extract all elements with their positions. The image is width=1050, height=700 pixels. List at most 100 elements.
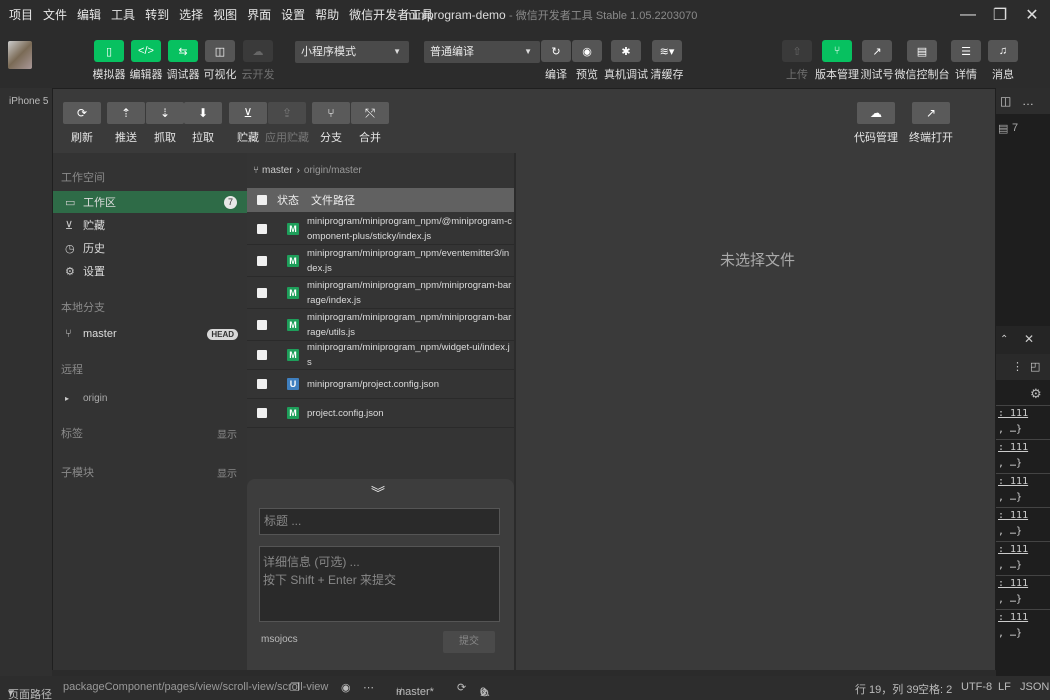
file-checkbox[interactable]	[257, 379, 267, 389]
sidebar-item-stash[interactable]: ⊻ 贮藏	[53, 214, 247, 236]
apply-stash-button[interactable]: ⇪ 应用贮藏	[265, 102, 309, 145]
file-checkbox[interactable]	[257, 350, 267, 360]
dock-icon[interactable]: ◰	[1030, 360, 1040, 373]
eye-icon[interactable]: ◉	[341, 681, 351, 694]
close-icon[interactable]: ✕	[1024, 7, 1040, 24]
cursor-position[interactable]: 行 19，列 39	[855, 681, 919, 697]
indent-setting[interactable]: 空格: 2	[918, 681, 952, 697]
push-button[interactable]: ⇡ 推送	[104, 102, 148, 145]
language-mode[interactable]: JSON	[1020, 681, 1049, 693]
sidebar-item-remote-origin[interactable]: ▸ origin	[53, 387, 247, 409]
split-icon[interactable]: ◫	[1000, 94, 1011, 108]
file-row[interactable]: Mminiprogram/miniprogram_npm/eventemitte…	[247, 245, 514, 277]
visual-button[interactable]: ◫ 可视化	[200, 40, 240, 82]
stash-button[interactable]: ⊻ 贮藏	[226, 102, 270, 145]
file-checkbox[interactable]	[257, 255, 267, 266]
file-checkbox[interactable]	[257, 408, 267, 418]
console-value[interactable]: : 111	[998, 442, 1028, 453]
editor-button[interactable]: </> 编辑器	[126, 40, 166, 82]
menu-item[interactable]: 转到	[140, 0, 174, 30]
device-label[interactable]: iPhone 5 100%	[9, 96, 52, 107]
version-mgmt-button[interactable]: ⑂ 版本管理	[815, 40, 859, 82]
console-value[interactable]: : 111	[998, 544, 1028, 555]
submit-button[interactable]: 提交	[443, 631, 495, 653]
collapse-chevron-icon[interactable]: ︾	[371, 483, 385, 503]
stash-label: 贮藏	[83, 220, 105, 232]
simulator-button[interactable]: ▯ 模拟器	[89, 40, 129, 82]
sidebar-item-branch-master[interactable]: ⑂ master HEAD	[53, 323, 247, 345]
outline-icon[interactable]: ▤	[998, 122, 1008, 135]
encoding[interactable]: UTF-8	[961, 681, 992, 693]
cloud-button[interactable]: ☁ 云开发	[238, 40, 278, 82]
line-ending[interactable]: LF	[998, 681, 1011, 693]
menu-item[interactable]: 帮助	[310, 0, 344, 30]
menu-item[interactable]: 界面	[242, 0, 276, 30]
select-all-checkbox[interactable]	[257, 195, 267, 205]
sidebar-item-settings[interactable]: ⚙ 设置	[53, 260, 247, 282]
file-checkbox[interactable]	[257, 287, 267, 298]
tags-show-toggle[interactable]: 显示	[217, 426, 237, 441]
commit-description-input[interactable]: 详细信息 (可选) ... 按下 Shift + Enter 来提交	[259, 546, 500, 622]
avatar[interactable]	[8, 41, 32, 69]
console-value[interactable]: : 111	[998, 612, 1028, 623]
file-checkbox[interactable]	[257, 319, 267, 330]
eye-icon: ◉	[572, 40, 602, 62]
file-row[interactable]: Mminiprogram/miniprogram_npm/@miniprogra…	[247, 214, 514, 245]
commit-title-input[interactable]: 标题 ...	[259, 508, 500, 535]
console-value[interactable]: : 111	[998, 408, 1028, 419]
console-value[interactable]: : 111	[998, 510, 1028, 521]
code-mgmt-button[interactable]: ☁ 代码管理	[854, 102, 898, 145]
pull-button[interactable]: ⬇ 拉取	[181, 102, 225, 145]
menu-item[interactable]: 选择	[174, 0, 208, 30]
visual-label: 可视化	[203, 69, 237, 81]
file-row[interactable]: Mminiprogram/miniprogram_npm/miniprogram…	[247, 309, 514, 341]
file-row[interactable]: Mproject.config.json	[247, 399, 514, 428]
minimize-icon[interactable]: —	[960, 6, 976, 23]
more-icon[interactable]: ⋯	[363, 681, 374, 694]
copy-icon[interactable]: ❐	[290, 681, 300, 694]
compile-select[interactable]: 普通编译 ▼	[424, 41, 540, 63]
menu-item[interactable]: 工具	[106, 0, 140, 30]
sidebar-item-history[interactable]: ◷ 历史	[53, 237, 247, 259]
more-icon[interactable]: …	[1022, 94, 1034, 108]
test-id-button[interactable]: ↗ 测试号	[857, 40, 897, 82]
merge-button[interactable]: ⤲ 合并	[348, 102, 392, 145]
chevron-up-icon[interactable]: ⌃	[1000, 334, 1008, 345]
messages-button[interactable]: ♫ 消息	[983, 40, 1023, 82]
caret-down-icon: ▼	[393, 47, 401, 56]
cloud-label: 云开发	[241, 69, 275, 81]
mode-select[interactable]: 小程序模式 ▼	[295, 41, 409, 63]
clear-cache-button[interactable]: ≋▾ 清缓存	[647, 40, 687, 82]
kebab-icon[interactable]: ⋮	[1012, 360, 1023, 373]
menu-item[interactable]: 项目	[4, 0, 38, 30]
settings-gear-icon[interactable]: ⚙	[1030, 386, 1042, 402]
sync-icon[interactable]: ⟳	[457, 681, 466, 694]
mode-select-value: 小程序模式	[301, 46, 356, 58]
console-value[interactable]: : 111	[998, 476, 1028, 487]
version-control-dialog: ⟳ 刷新 ⇡ 推送 ⇣ 抓取 ⬇ 拉取 ⊻ 贮藏 ⇪ 应用贮藏 ⑂ 分支 ⤲ 合	[52, 88, 996, 670]
menu-item[interactable]: 编辑	[72, 0, 106, 30]
menu-item[interactable]: 设置	[276, 0, 310, 30]
upload-button[interactable]: ⇧ 上传	[777, 40, 817, 82]
terminal-button[interactable]: ↗ 终端打开	[909, 102, 953, 145]
maximize-icon[interactable]: ❐	[992, 7, 1008, 24]
close-icon[interactable]: ✕	[1024, 332, 1034, 346]
branch-button[interactable]: ⑂ 分支	[309, 102, 353, 145]
menu-item[interactable]: 文件	[38, 0, 72, 30]
file-checkbox[interactable]	[257, 224, 267, 234]
simulator-panel	[0, 88, 52, 676]
preview-button[interactable]: ◉ 预览	[567, 40, 607, 82]
console-value[interactable]: : 111	[998, 578, 1028, 589]
sidebar-item-workspace[interactable]: ▭ 工作区 7	[53, 191, 247, 213]
file-row[interactable]: Mminiprogram/miniprogram_npm/miniprogram…	[247, 277, 514, 309]
file-row[interactable]: Mminiprogram/miniprogram_npm/widget-ui/i…	[247, 341, 514, 370]
debugger-button[interactable]: ⇆ 调试器	[163, 40, 203, 82]
menu-item[interactable]: 视图	[208, 0, 242, 30]
commit-author: msojocs	[261, 634, 298, 645]
submodules-show-toggle[interactable]: 显示	[217, 465, 237, 480]
real-debug-button[interactable]: ✱ 真机调试	[604, 40, 648, 82]
file-row[interactable]: Uminiprogram/project.config.json	[247, 370, 514, 399]
refresh-button[interactable]: ⟳ 刷新	[60, 102, 104, 145]
details-button[interactable]: ☰ 详情	[946, 40, 986, 82]
wechat-console-button[interactable]: ▤ 微信控制台	[895, 40, 950, 82]
